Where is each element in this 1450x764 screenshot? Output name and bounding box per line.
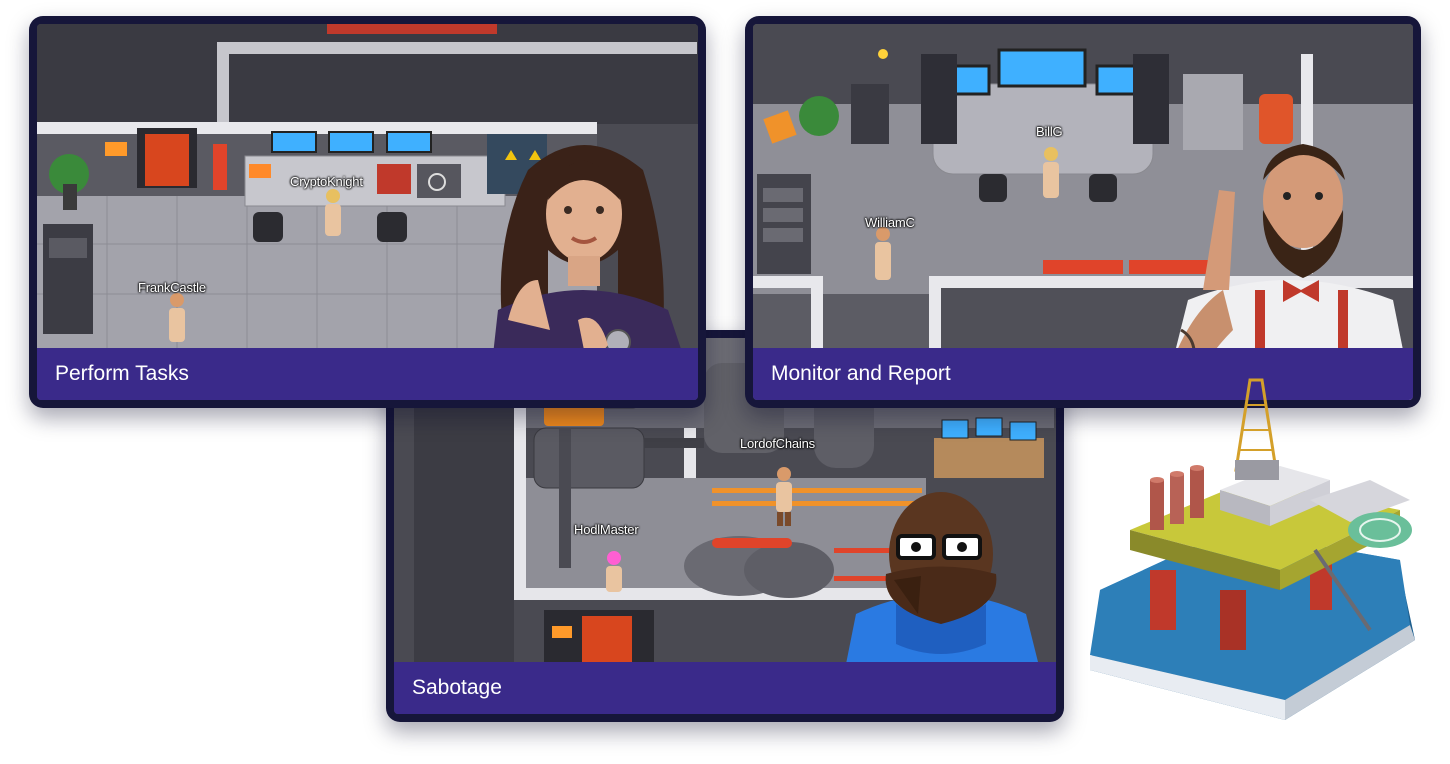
perform-tasks-scene: CryptoKnight FrankCastle Perform Tasks (37, 24, 698, 400)
player-name-hodlmaster: HodlMaster (574, 522, 639, 537)
oil-rig-icon (1090, 378, 1415, 720)
monitor-report-scene: BillG WilliamC Monitor and Report (753, 24, 1413, 400)
monitor-report-caption-label: Monitor and Report (771, 362, 951, 385)
player-name-williamc: WilliamC (865, 215, 915, 230)
player-name-lordofchains: LordofChains (740, 436, 815, 451)
feature-showcase: LordofChains HodlMaster Sabotage CryptoK… (0, 0, 1450, 764)
player-name-frankcastle: FrankCastle (138, 280, 206, 295)
sabotage-caption: Sabotage (394, 662, 1056, 714)
monitor-report-card: BillG WilliamC Monitor and Report (745, 16, 1421, 408)
perform-tasks-caption-label: Perform Tasks (55, 362, 189, 385)
player-name-cryptoknight: CryptoKnight (290, 174, 363, 189)
perform-tasks-caption: Perform Tasks (37, 348, 698, 400)
sabotage-caption-label: Sabotage (412, 676, 502, 699)
player-name-billg: BillG (1036, 124, 1063, 139)
perform-tasks-card: CryptoKnight FrankCastle Perform Tasks (29, 16, 706, 408)
